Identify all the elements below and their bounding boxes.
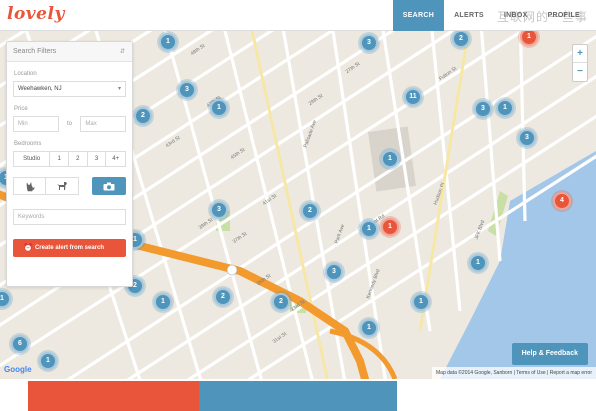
location-label: Location [14,71,37,77]
nav-profile[interactable]: PROFILE [538,0,590,31]
listing-cluster[interactable]: 1 [39,352,57,370]
dog-icon [57,181,67,190]
zoom-in-button[interactable]: + [573,45,587,63]
bedrooms-label: Bedrooms [14,141,42,147]
pets-toggle-group [13,177,79,195]
photos-only-toggle[interactable] [92,177,126,195]
listing-cluster[interactable]: 1 [154,293,172,311]
location-select[interactable]: Weehawken, NJ ▾ [13,81,126,97]
pets-photo-row [13,177,126,195]
alarm-clock-icon: ⏰ [23,243,33,252]
listing-cluster[interactable]: 3 [210,201,228,219]
listing-cluster[interactable]: 2 [134,107,152,125]
listing-cluster-featured[interactable]: 4 [553,192,571,210]
logo[interactable]: lovely [7,4,65,24]
bedroom-option-2[interactable]: 2 [69,151,88,167]
nav-inbox[interactable]: INBOX [494,0,538,31]
map-attribution[interactable]: Map data ©2014 Google, Sanborn | Terms o… [432,367,596,379]
listing-cluster[interactable]: 1 [381,150,399,168]
search-filters-panel: Search Filters ⇵ Location Weehawken, NJ … [6,41,133,287]
location-value: Weehawken, NJ [18,86,62,92]
app-root: lovely 互联网的一些事 SEARCH ALERTS INBOX PROFI… [0,0,596,411]
filters-title: Search Filters [13,48,57,55]
listing-cluster[interactable]: 3 [178,81,196,99]
listing-cluster[interactable]: 1 [360,319,378,337]
price-row: Min to Max [13,116,126,132]
bedroom-option-1[interactable]: 1 [50,151,70,167]
cat-icon [26,181,34,191]
chevron-down-icon: ▾ [117,86,121,92]
top-nav-bar: lovely 互联网的一些事 SEARCH ALERTS INBOX PROFI… [0,0,596,31]
zoom-control: + − [572,44,588,82]
google-logo[interactable]: Google [4,365,32,374]
keywords-input[interactable]: Keywords [13,209,126,225]
price-min-input[interactable]: Min [13,116,59,132]
filters-header[interactable]: Search Filters ⇵ [7,42,132,62]
bedroom-option-studio[interactable]: Studio [13,151,51,167]
listing-cluster[interactable]: 2 [301,202,319,220]
route-shield [226,264,238,276]
price-label: Price [14,106,28,112]
nav-search[interactable]: SEARCH [392,0,445,31]
listing-cluster[interactable]: 1 [469,254,487,272]
listing-cluster-featured[interactable]: 1 [381,218,399,236]
listing-cluster[interactable]: 2 [214,288,232,306]
cat-toggle[interactable] [13,177,46,195]
camera-icon [103,182,115,190]
price-max-input[interactable]: Max [80,116,126,132]
listing-cluster[interactable]: 1 [412,293,430,311]
create-alert-button[interactable]: ⏰ Create alert from search [13,239,126,257]
bedrooms-toggle-group: Studio 1 2 3 4+ [13,151,127,167]
bedroom-option-4plus[interactable]: 4+ [106,151,127,167]
bottom-strip-blue [199,381,397,411]
listing-cluster[interactable]: 1 [360,220,378,238]
listing-cluster[interactable]: 1 [496,99,514,117]
nav-alerts[interactable]: ALERTS [444,0,494,31]
bedroom-option-3[interactable]: 3 [87,151,107,167]
listing-cluster[interactable]: 1 [159,33,177,51]
sort-caret-icon: ⇵ [119,49,125,55]
help-feedback-button[interactable]: Help & Feedback [511,343,588,365]
listing-cluster[interactable]: 2 [272,293,290,311]
listing-cluster[interactable]: 11 [404,88,422,106]
bottom-strip-red [28,381,199,411]
price-to-label: to [66,121,72,127]
listing-cluster[interactable]: 3 [474,100,492,118]
dog-toggle[interactable] [46,177,79,195]
listing-cluster[interactable]: 3 [325,263,343,281]
create-alert-label: Create alert from search [34,245,105,251]
listing-cluster[interactable]: 3 [360,34,378,52]
listing-cluster[interactable]: 3 [518,129,536,147]
listing-cluster[interactable]: 6 [11,335,29,353]
main-nav: SEARCH ALERTS INBOX PROFILE [392,0,590,31]
listing-cluster[interactable]: 1 [210,99,228,117]
zoom-out-button[interactable]: − [573,63,587,81]
